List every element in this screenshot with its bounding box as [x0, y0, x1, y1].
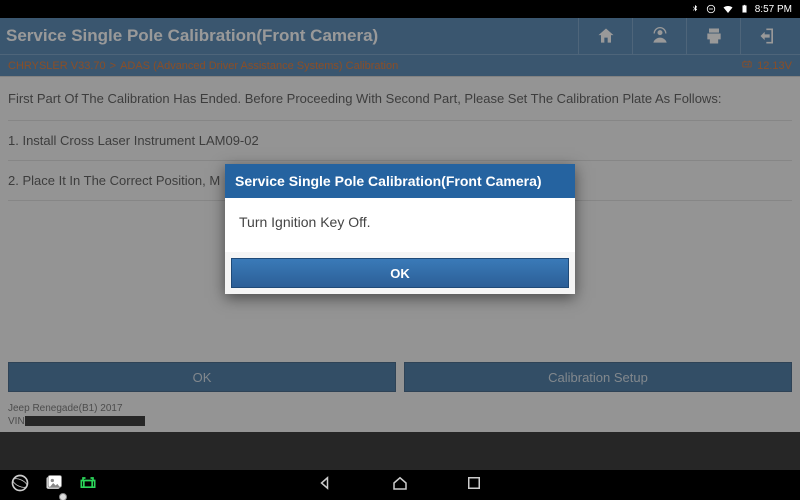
- browser-app-icon[interactable]: [10, 473, 30, 498]
- do-not-disturb-icon: [706, 4, 716, 14]
- back-button[interactable]: [317, 474, 335, 497]
- diagnostic-app-icon[interactable]: [78, 473, 98, 498]
- home-nav-button[interactable]: [391, 474, 409, 497]
- android-status-bar: 8:57 PM: [0, 0, 800, 18]
- wifi-icon: [722, 3, 734, 15]
- dialog-body: Turn Ignition Key Off.: [225, 198, 575, 252]
- battery-icon: [740, 3, 749, 15]
- status-time: 8:57 PM: [755, 4, 792, 15]
- modal-dialog: Service Single Pole Calibration(Front Ca…: [225, 164, 575, 294]
- recents-button[interactable]: [465, 474, 483, 497]
- bluetooth-icon: [690, 4, 700, 14]
- gallery-app-icon[interactable]: [44, 473, 64, 498]
- android-nav-bar: [0, 470, 800, 500]
- dialog-ok-button[interactable]: OK: [231, 258, 569, 288]
- dialog-title: Service Single Pole Calibration(Front Ca…: [225, 164, 575, 198]
